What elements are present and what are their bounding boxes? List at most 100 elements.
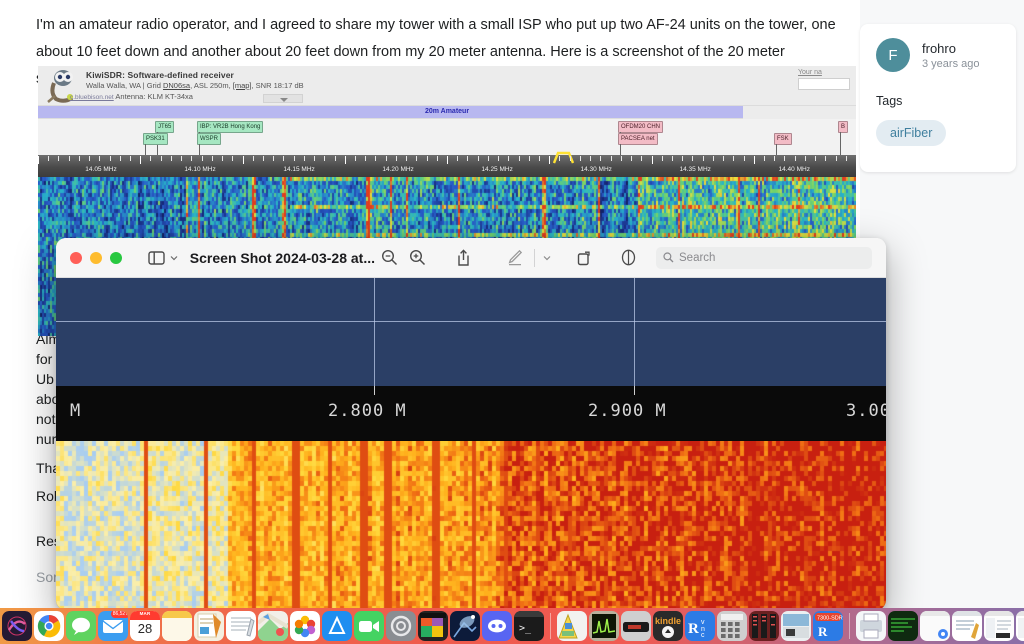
waterfall-canvas-bottom — [56, 441, 886, 610]
markup-pen-icon[interactable] — [501, 244, 529, 272]
close-window-button[interactable] — [70, 251, 82, 264]
share-icon[interactable] — [449, 244, 477, 272]
zoom-in-icon[interactable] — [403, 244, 431, 272]
frequency-minor-tick — [784, 156, 786, 161]
stickies-icon — [194, 611, 224, 641]
maximize-window-button[interactable] — [110, 251, 122, 264]
frequency-tick-label: 14.20 MHz — [382, 166, 414, 173]
kindle-icon: kindle — [653, 611, 683, 641]
your-name-field-group: Your na — [798, 69, 850, 90]
frequency-minor-tick — [334, 156, 336, 161]
preview-window: Screen Shot 2024-03-28 at... Search M 2.… — [56, 238, 886, 610]
frequency-minor-tick — [661, 156, 663, 161]
band-bar[interactable]: 20m Amateur — [38, 106, 856, 119]
dock-item-calendar[interactable]: MAR 28 — [130, 611, 160, 641]
dock-item-printer-window[interactable] — [856, 611, 886, 641]
dock-item-finder-window[interactable] — [984, 611, 1014, 641]
textedit-icon — [226, 611, 256, 641]
host-link[interactable]: c.bluebison.net — [70, 94, 114, 101]
sdr-console-icon — [557, 611, 587, 641]
dock-item-terminal[interactable]: >_ — [514, 611, 544, 641]
grid-link[interactable]: DN06sa — [163, 81, 190, 90]
passband-indicator-icon — [553, 151, 575, 164]
spectrum-plot-area — [56, 278, 886, 386]
dock-item-sdr-console[interactable] — [557, 611, 587, 641]
kiwisdr-expand-button[interactable] — [263, 94, 303, 103]
frequency-minor-tick — [160, 156, 162, 161]
dock-item-rack-servers[interactable] — [749, 611, 779, 641]
dock-item-system-settings[interactable] — [386, 611, 416, 641]
dock-item-realvnc[interactable]: Rvnc — [685, 611, 715, 641]
dock-item-hardware-device[interactable] — [621, 611, 651, 641]
dock-item-document-window[interactable] — [952, 611, 982, 641]
dock-item-siri[interactable] — [2, 611, 32, 641]
dock-item-discord[interactable] — [482, 611, 512, 641]
dock-item-browser-window[interactable] — [920, 611, 950, 641]
frequency-minor-tick — [457, 156, 459, 161]
dock-item-final-cut-pro[interactable] — [418, 611, 448, 641]
station-marker-stem — [199, 144, 200, 155]
dock-item-photos[interactable] — [290, 611, 320, 641]
frequency-minor-tick — [600, 156, 602, 161]
comment-username[interactable]: frohro — [922, 41, 979, 56]
frequency-minor-tick — [641, 156, 643, 161]
screenshot-file-icon — [781, 611, 811, 641]
dock-item-mail[interactable]: 86,527 — [98, 611, 128, 641]
preview-image-content: M 2.800 M 2.900 M 3.000 M — [56, 278, 886, 610]
zoom-out-icon[interactable] — [375, 244, 403, 272]
dock-item-spectrum-analyzer[interactable] — [589, 611, 619, 641]
dock-item-mail-window[interactable] — [1016, 611, 1024, 641]
svg-text:R: R — [688, 621, 699, 637]
chevron-down-icon[interactable] — [169, 244, 180, 272]
dock-item-calculator[interactable] — [717, 611, 747, 641]
dock-item-stickies[interactable] — [194, 611, 224, 641]
minimize-window-button[interactable] — [90, 251, 102, 264]
frequency-tick-label: 14.40 MHz — [778, 166, 810, 173]
dock-item-notes[interactable] — [162, 611, 192, 641]
dock-item-screenshot-file[interactable] — [781, 611, 811, 641]
frequency-minor-tick — [723, 156, 725, 161]
search-input[interactable]: Search — [656, 246, 872, 269]
svg-text:7300-SDR: 7300-SDR — [817, 616, 843, 622]
dock-item-terminal-window[interactable] — [888, 611, 918, 641]
station-marker-label: OFDM20 CHN — [618, 121, 664, 133]
frequency-scale[interactable]: 14.05 MHz 14.10 MHz 14.15 MHz 14.20 MHz 14.2… — [38, 151, 856, 177]
dock-item-kindle[interactable]: kindle — [653, 611, 683, 641]
markup-chevron-down-icon[interactable] — [540, 244, 554, 272]
your-name-input[interactable] — [798, 78, 850, 90]
facetime-icon — [354, 611, 384, 641]
frequency-minor-tick — [48, 156, 50, 161]
sidebar-toggle-icon[interactable] — [144, 244, 169, 272]
dock-item-satellite-app[interactable] — [450, 611, 480, 641]
frequency-minor-tick — [528, 156, 530, 161]
dock-item-textedit[interactable] — [226, 611, 256, 641]
frequency-minor-tick — [426, 156, 428, 161]
frequency-tick-label: 14.05 MHz — [85, 166, 117, 173]
spectrum-tick-label: 3.000 M — [846, 401, 886, 421]
spectrum-frequency-scale: M 2.800 M 2.900 M 3.000 M — [56, 386, 886, 441]
dock-item-maps[interactable] — [258, 611, 288, 641]
dock-item-messages[interactable] — [66, 611, 96, 641]
dock-item-chrome[interactable] — [34, 611, 64, 641]
dock-items: 86,527 MAR 28 >_ kindle Rv n c 7300-SDR R — [0, 611, 1024, 641]
map-link[interactable]: [map] — [233, 81, 252, 90]
rotate-icon[interactable] — [570, 244, 598, 272]
dock-item-app-store[interactable] — [322, 611, 352, 641]
antenna-label: Antenna: KLM KT-34xa — [115, 92, 193, 101]
frequency-tick-label: 14.25 MHz — [481, 166, 513, 173]
annotate-icon[interactable] — [614, 244, 642, 272]
discord-icon — [482, 611, 512, 641]
dock-divider — [849, 613, 850, 639]
dock-item-ic7300-sdr[interactable]: 7300-SDR R — [813, 611, 843, 641]
occluded-text-line: Ub — [36, 371, 54, 387]
frequency-minor-tick — [590, 156, 592, 161]
occluded-text-line: nur — [36, 431, 57, 447]
frequency-major-tick — [38, 156, 39, 164]
messages-icon — [66, 611, 96, 641]
frequency-minor-tick — [477, 156, 479, 161]
frequency-minor-tick — [324, 156, 326, 161]
dock-item-facetime[interactable] — [354, 611, 384, 641]
tag-airfiber[interactable]: airFiber — [876, 120, 947, 146]
frequency-minor-tick — [262, 156, 264, 161]
frequency-minor-tick — [436, 156, 438, 161]
